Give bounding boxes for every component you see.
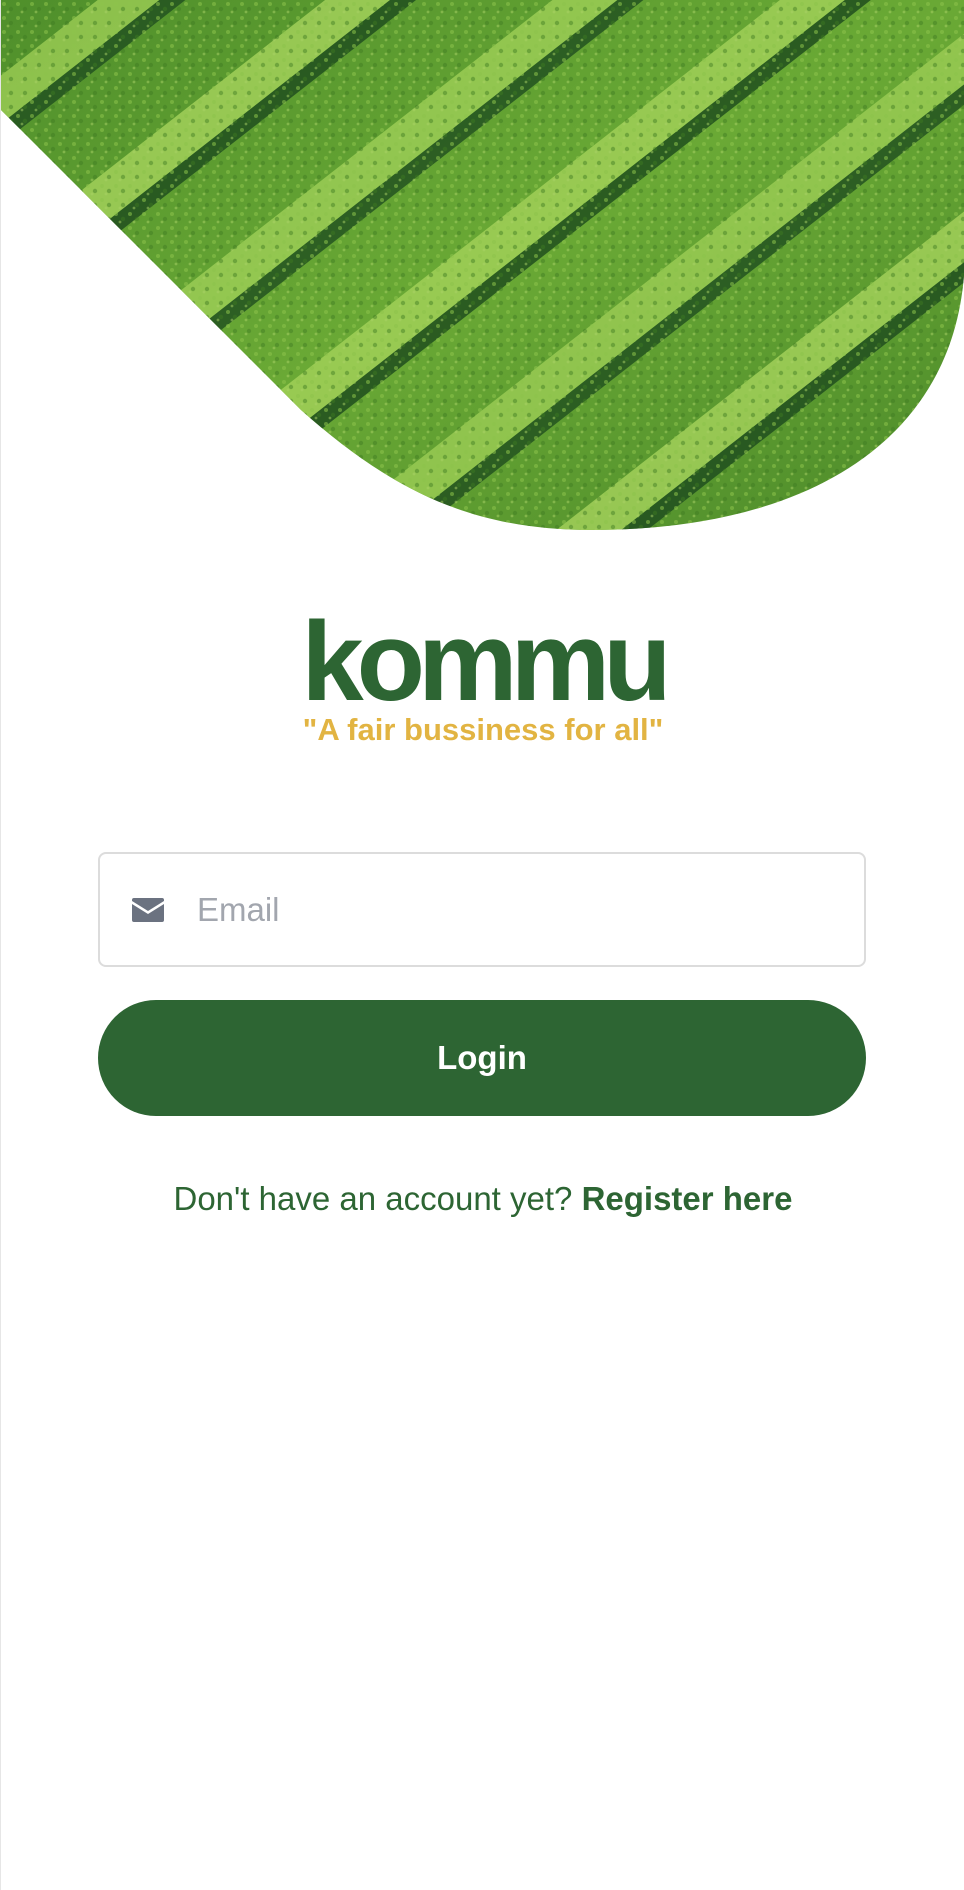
login-screen: kommu "A fair bussiness for all" Login D… bbox=[0, 0, 964, 1890]
email-input[interactable] bbox=[197, 879, 817, 940]
email-field[interactable] bbox=[98, 852, 866, 967]
hero-field-image bbox=[1, 0, 964, 540]
brand-block: kommu "A fair bussiness for all" bbox=[1, 599, 964, 748]
tagline: "A fair bussiness for all" bbox=[302, 712, 664, 747]
envelope-icon bbox=[132, 897, 164, 922]
register-prompt-line: Don't have an account yet? Register here bbox=[1, 1180, 964, 1218]
kommu-logo: kommu bbox=[301, 599, 671, 724]
field-image bbox=[1, 0, 964, 530]
login-button[interactable]: Login bbox=[98, 1000, 866, 1116]
register-prompt: Don't have an account yet? bbox=[173, 1180, 582, 1217]
register-link[interactable]: Register here bbox=[582, 1180, 793, 1217]
